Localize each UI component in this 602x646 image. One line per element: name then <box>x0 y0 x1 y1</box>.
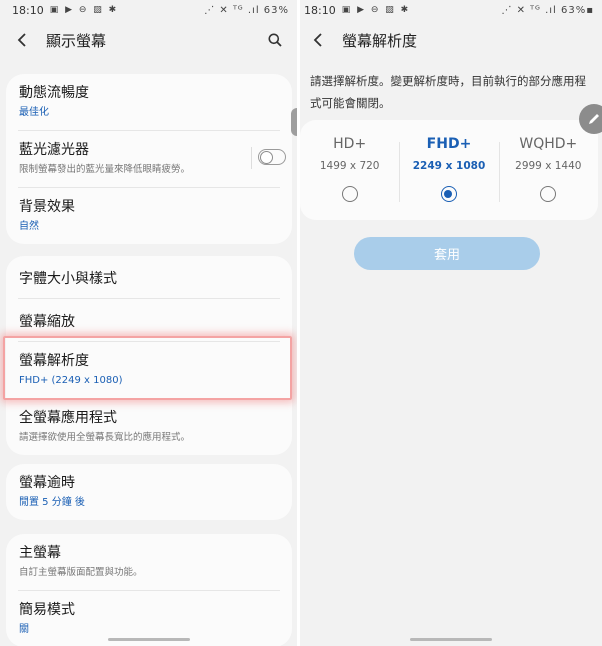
setting-title: 螢幕縮放 <box>19 314 75 330</box>
setting-font-size-style[interactable]: 字體大小與樣式 <box>6 256 292 298</box>
setting-full-screen-apps[interactable]: 全螢幕應用程式 請選擇欲使用全螢幕長寬比的應用程式。 <box>6 399 292 455</box>
gesture-nav-handle[interactable] <box>107 638 190 641</box>
setting-screen-zoom[interactable]: 螢幕縮放 <box>6 299 292 341</box>
divider <box>251 147 252 169</box>
setting-title: 簡易模式 <box>19 602 75 618</box>
setting-blue-light-filter[interactable]: 藍光濾光器 限制螢幕發出的藍光量來降低眼睛疲勞。 <box>6 131 292 187</box>
setting-title: 字體大小與樣式 <box>19 271 117 287</box>
setting-home-screen[interactable]: 主螢幕 自訂主螢幕版面配置與功能。 <box>6 534 292 590</box>
settings-group-home: 主螢幕 自訂主螢幕版面配置與功能。 簡易模式 關 <box>6 534 292 646</box>
setting-description: 限制螢幕發出的藍光量來降低眼睛疲勞。 <box>19 164 191 175</box>
resolution-dimensions: 2249 x 1080 <box>412 160 486 172</box>
resolution-name: HD+ <box>333 136 367 152</box>
setting-title: 藍光濾光器 <box>19 142 89 158</box>
status-time: 18:10 <box>12 3 44 17</box>
back-arrow-icon[interactable] <box>12 30 32 50</box>
settings-group-display: 動態流暢度 最佳化 藍光濾光器 限制螢幕發出的藍光量來降低眼睛疲勞。 背景效果 … <box>6 74 292 244</box>
setting-screen-resolution[interactable]: 螢幕解析度 FHD+ (2249 x 1080) <box>6 342 292 398</box>
status-time: 18:10 <box>304 3 336 17</box>
notification-icons: ▣ ▶ ⊖ ▨ ✱ <box>341 5 411 15</box>
setting-value: 關 <box>19 624 29 635</box>
setting-title: 全螢幕應用程式 <box>19 410 117 426</box>
apply-button[interactable]: 套用 <box>354 237 540 270</box>
radio-button[interactable] <box>341 186 358 202</box>
setting-screen-timeout[interactable]: 螢幕逾時 閒置 5 分鐘 後 <box>6 464 292 520</box>
resolution-dimensions: 1499 x 720 <box>319 160 380 172</box>
resolution-option-hd[interactable]: HD+ 1499 x 720 <box>300 120 399 220</box>
screen-resolution-screen: 18:10 ▣ ▶ ⊖ ▨ ✱ ⋰ ✕ ᵀᴳ .ıl 63%▪ 螢幕解析度 請選… <box>300 0 602 646</box>
blue-light-toggle[interactable] <box>258 149 286 165</box>
back-arrow-icon[interactable] <box>308 30 328 50</box>
setting-description: 請選擇欲使用全螢幕長寬比的應用程式。 <box>19 432 191 443</box>
setting-value: FHD+ (2249 x 1080) <box>19 375 123 386</box>
app-bar: 顯示螢幕 <box>0 20 297 60</box>
setting-title: 螢幕解析度 <box>19 353 89 369</box>
app-bar: 螢幕解析度 <box>300 20 602 60</box>
page-title: 螢幕解析度 <box>342 31 418 50</box>
setting-title: 螢幕逾時 <box>19 475 75 491</box>
pencil-icon[interactable] <box>579 104 602 134</box>
gesture-nav-handle[interactable] <box>410 638 492 641</box>
resolution-option-fhd[interactable]: FHD+ 2249 x 1080 <box>399 120 498 220</box>
status-right-icons: ⋰ ✕ ᵀᴳ .ıl 63% <box>204 4 289 16</box>
page-title: 顯示螢幕 <box>46 31 107 50</box>
setting-title: 背景效果 <box>19 199 75 215</box>
display-settings-screen: 18:10 ▣ ▶ ⊖ ▨ ✱ ⋰ ✕ ᵀᴳ .ıl 63% 顯示螢幕 動態流暢… <box>0 0 297 646</box>
radio-button-selected[interactable] <box>440 186 457 202</box>
notification-icons: ▣ ▶ ⊖ ▨ ✱ <box>49 5 119 15</box>
setting-motion-smoothness[interactable]: 動態流暢度 最佳化 <box>6 74 292 130</box>
setting-description: 自訂主螢幕版面配置與功能。 <box>19 567 143 578</box>
search-icon[interactable] <box>265 30 285 50</box>
radio-button[interactable] <box>540 186 557 202</box>
settings-group-screen: 字體大小與樣式 螢幕縮放 螢幕解析度 FHD+ (2249 x 1080) 全螢… <box>6 256 292 455</box>
resolution-description: 請選擇解析度。變更解析度時，目前執行的部分應用程式可能會關閉。 <box>310 74 586 110</box>
setting-background-effect[interactable]: 背景效果 自然 <box>6 188 292 244</box>
status-bar: 18:10 ▣ ▶ ⊖ ▨ ✱ ⋰ ✕ ᵀᴳ .ıl 63%▪ <box>300 0 602 20</box>
settings-group-timeout: 螢幕逾時 閒置 5 分鐘 後 <box>6 464 292 520</box>
resolution-options-card: HD+ 1499 x 720 FHD+ 2249 x 1080 WQHD+ 29… <box>300 120 598 220</box>
resolution-name: WQHD+ <box>519 136 578 152</box>
resolution-option-wqhd[interactable]: WQHD+ 2999 x 1440 <box>499 120 598 220</box>
setting-title: 主螢幕 <box>19 545 61 561</box>
setting-value: 自然 <box>19 221 39 232</box>
setting-value: 最佳化 <box>19 107 49 118</box>
resolution-name: FHD+ <box>426 136 472 152</box>
setting-value: 閒置 5 分鐘 後 <box>19 497 85 508</box>
status-right-icons: ⋰ ✕ ᵀᴳ .ıl 63%▪ <box>501 4 594 16</box>
status-bar: 18:10 ▣ ▶ ⊖ ▨ ✱ ⋰ ✕ ᵀᴳ .ıl 63% <box>0 0 297 20</box>
setting-title: 動態流暢度 <box>19 85 89 101</box>
resolution-dimensions: 2999 x 1440 <box>515 160 582 172</box>
